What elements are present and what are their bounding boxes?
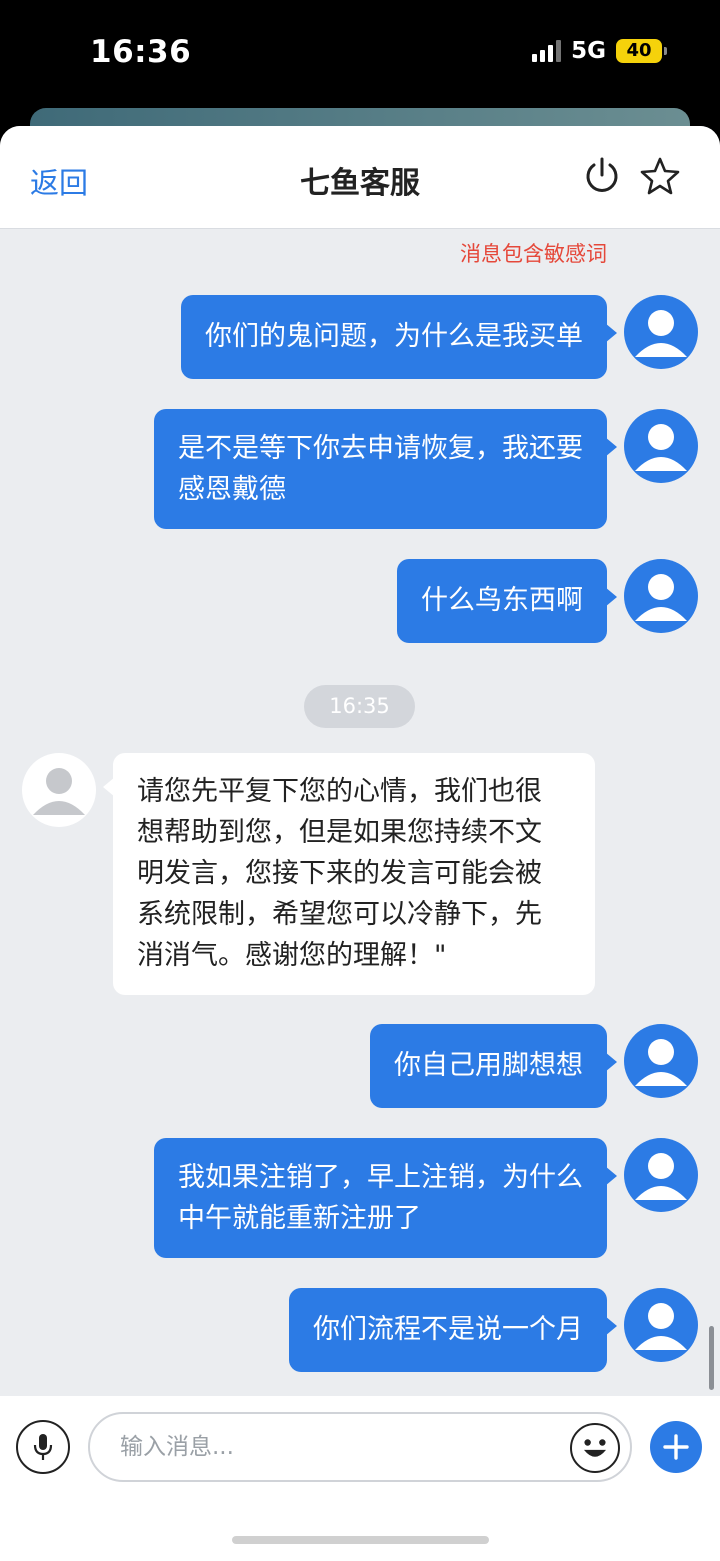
user-avatar [624, 559, 698, 633]
message-bubble-outgoing: 我如果注销了，早上注销，为什么 中午就能重新注册了 [154, 1138, 617, 1258]
agent-avatar [22, 753, 96, 827]
home-indicator[interactable] [232, 1536, 489, 1544]
sensitive-word-warning: 消息包含敏感词 [460, 242, 607, 266]
user-avatar [624, 1288, 698, 1362]
battery-level: 40 [626, 40, 652, 61]
message-input-container [88, 1412, 632, 1482]
message-bubble-incoming: 请您先平复下您的心情，我们也很 想帮助到您，但是如果您持续不文 明发言，您接下来… [103, 753, 595, 995]
status-indicators: 5G 40 [532, 38, 667, 64]
plus-icon [663, 1434, 689, 1460]
message-input[interactable] [120, 1429, 540, 1465]
input-bar [0, 1396, 720, 1561]
voice-button[interactable] [16, 1420, 70, 1474]
status-bar: 16:36 5G 40 [0, 0, 720, 108]
timestamp-divider: 16:35 [304, 685, 415, 728]
star-icon[interactable] [640, 156, 680, 196]
user-avatar-icon [635, 1039, 687, 1086]
user-avatar [624, 409, 698, 483]
user-avatar [624, 295, 698, 369]
user-avatar-icon [635, 310, 687, 357]
user-avatar-icon [635, 1153, 687, 1200]
power-icon[interactable] [582, 156, 622, 196]
microphone-icon [33, 1434, 53, 1460]
chat-sheet: 返回 七鱼客服 消息包含敏感词 你们的鬼问题，为什么是我买单 是不是等下你去申请… [0, 126, 720, 1561]
user-avatar-icon [635, 1303, 687, 1350]
agent-avatar-icon [33, 768, 85, 815]
message-bubble-outgoing: 什么鸟东西啊 [397, 559, 617, 643]
message-bubble-outgoing: 是不是等下你去申请恢复，我还要 感恩戴德 [154, 409, 617, 529]
user-avatar-icon [635, 424, 687, 471]
user-avatar-icon [635, 574, 687, 621]
signal-icon [532, 40, 562, 62]
battery-icon: 40 [616, 39, 667, 63]
status-time: 16:36 [90, 34, 192, 70]
message-bubble-outgoing: 你们的鬼问题，为什么是我买单 [181, 295, 617, 379]
back-button[interactable]: 返回 [30, 160, 88, 202]
message-bubble-outgoing: 你们流程不是说一个月 [289, 1288, 617, 1372]
user-avatar [624, 1024, 698, 1098]
scrollbar[interactable] [709, 1326, 714, 1390]
chat-header: 返回 七鱼客服 [0, 126, 720, 229]
emoji-icon[interactable] [570, 1423, 620, 1473]
user-avatar [624, 1138, 698, 1212]
message-bubble-outgoing: 你自己用脚想想 [370, 1024, 617, 1108]
more-button[interactable] [650, 1421, 702, 1473]
network-type: 5G [571, 38, 606, 64]
